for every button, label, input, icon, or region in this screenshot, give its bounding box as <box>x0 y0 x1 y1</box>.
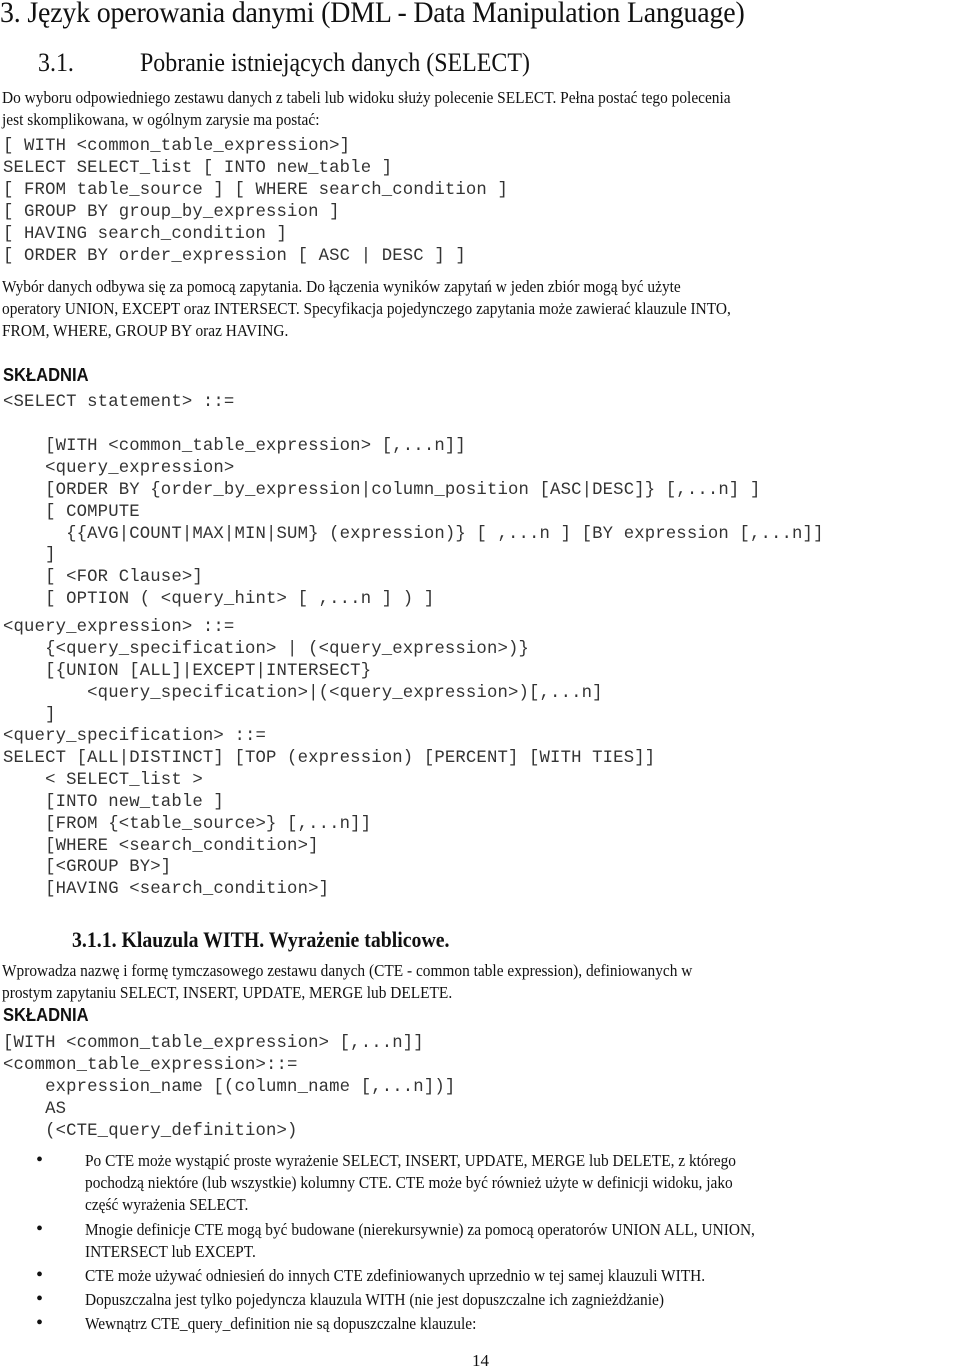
intro-paragraph-line: jest skomplikowana, w ogólnym zarysie ma… <box>2 110 320 129</box>
bullet-text-line: INTERSECT lub EXCEPT. <box>85 1242 256 1261</box>
subsection-paragraph-line: prostym zapytaniu SELECT, INSERT, UPDATE… <box>2 983 453 1002</box>
code-line: SELECT [ALL|DISTINCT] [TOP (expression) … <box>3 749 656 768</box>
bullet-icon: • <box>36 1218 44 1240</box>
code-line: (<CTE_query_definition>) <box>3 1122 298 1141</box>
bullet-text-line: Mnogie definicje CTE mogą być budowane (… <box>85 1220 755 1239</box>
description-paragraph-line: Wybór danych odbywa się za pomocą zapyta… <box>2 277 681 296</box>
code-line: <query_expression> <box>3 459 235 478</box>
bullet-icon: • <box>36 1264 44 1286</box>
syntax-label: SKŁADNIA <box>3 1005 89 1025</box>
code-line: ] <box>3 706 56 725</box>
description-paragraph-line: operatory UNION, EXCEPT oraz INTERSECT. … <box>2 299 731 318</box>
section-number: 3.1. <box>38 48 74 77</box>
subsection-title: 3.1.1. Klauzula WITH. Wyrażenie tablicow… <box>72 927 450 952</box>
syntax-label: SKŁADNIA <box>3 365 89 385</box>
code-line: ] <box>3 546 56 565</box>
code-line: [WITH <common_table_expression> [,...n]] <box>3 437 466 456</box>
code-line: <SELECT statement> ::= <box>3 393 235 412</box>
bullet-text-line: pochodzą niektóre (lub wszystkie) kolumn… <box>85 1173 733 1192</box>
code-line: [ FROM table_source ] [ WHERE search_con… <box>3 181 508 200</box>
description-paragraph-line: FROM, WHERE, GROUP BY oraz HAVING. <box>2 321 289 340</box>
code-line: {{AVG|COUNT|MAX|MIN|SUM} (expression)} [… <box>3 525 824 544</box>
page-number: 14 <box>472 1351 489 1370</box>
code-line: [WHERE <search_condition>] <box>3 837 319 856</box>
code-line: <query_specification> ::= <box>3 727 267 746</box>
code-line: [INTO new_table ] <box>3 793 224 812</box>
bullet-text-line: część wyrażenia SELECT. <box>85 1195 249 1214</box>
code-line: [WITH <common_table_expression> [,...n]] <box>3 1034 424 1053</box>
code-line: [ <FOR Clause>] <box>3 568 203 587</box>
code-line: {<query_specification> | (<query_express… <box>3 640 530 659</box>
code-line: <common_table_expression>::= <box>3 1056 298 1075</box>
subsection-paragraph-line: Wprowadza nazwę i formę tymczasowego zes… <box>2 961 693 980</box>
code-line: [ HAVING search_condition ] <box>3 225 288 244</box>
bullet-text-line: Po CTE może wystąpić proste wyrażenie SE… <box>85 1151 736 1170</box>
bullet-text-line: Dopuszczalna jest tylko pojedyncza klauz… <box>85 1290 664 1309</box>
code-line: <query_specification>|(<query_expression… <box>3 684 603 703</box>
code-line: [HAVING <search_condition>] <box>3 880 330 899</box>
code-line: [ ORDER BY order_expression [ ASC | DESC… <box>3 247 466 266</box>
code-line: SELECT SELECT_list [ INTO new_table ] <box>3 159 393 178</box>
code-line: < SELECT_list > <box>3 771 203 790</box>
code-line: [ WITH <common_table_expression>] <box>3 137 351 156</box>
code-line: <query_expression> ::= <box>3 618 235 637</box>
chapter-heading: 3. Język operowania danymi (DML - Data M… <box>0 0 745 29</box>
code-line: [ORDER BY {order_by_expression|column_po… <box>3 481 761 500</box>
code-line: AS <box>3 1100 67 1119</box>
code-line: expression_name [(column_name [,...n])] <box>3 1078 456 1097</box>
code-line: [ COMPUTE <box>3 503 140 522</box>
code-line: [<GROUP BY>] <box>3 858 172 877</box>
code-line: [FROM {<table_source>} [,...n]] <box>3 815 372 834</box>
bullet-text-line: CTE może używać odniesień do innych CTE … <box>85 1266 706 1285</box>
section-title: Pobranie istniejących danych (SELECT) <box>140 48 530 77</box>
code-line: [ OPTION ( <query_hint> [ ,...n ] ) ] <box>3 590 435 609</box>
code-line: [{UNION [ALL]|EXCEPT|INTERSECT} <box>3 662 372 681</box>
bullet-icon: • <box>36 1312 44 1334</box>
code-line: [ GROUP BY group_by_expression ] <box>3 203 340 222</box>
bullet-icon: • <box>36 1288 44 1310</box>
intro-paragraph-line: Do wyboru odpowiedniego zestawu danych z… <box>2 88 731 107</box>
bullet-text-line: Wewnątrz CTE_query_definition nie są dop… <box>85 1314 477 1333</box>
bullet-icon: • <box>36 1149 44 1171</box>
